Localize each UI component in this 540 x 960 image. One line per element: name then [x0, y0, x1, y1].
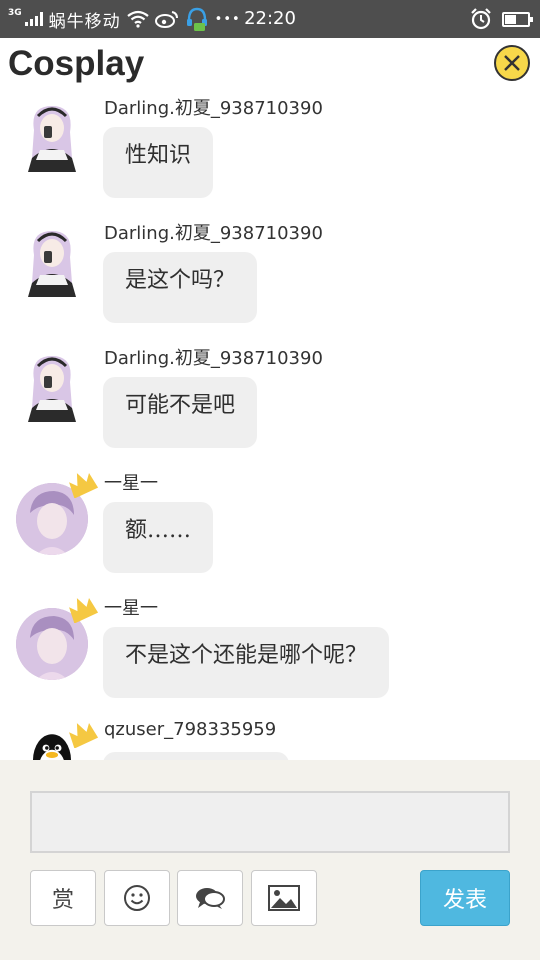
message-bubble[interactable]: 是这个吗？	[103, 252, 258, 323]
post-button[interactable]: 发表	[420, 870, 510, 926]
crown-icon	[69, 598, 98, 623]
reward-button[interactable]: 赏	[30, 870, 96, 926]
composer-bar: 赏 发表	[0, 760, 540, 960]
username[interactable]: 一星一	[104, 594, 158, 620]
username[interactable]: Darling.初夏_938710390	[104, 219, 323, 245]
header: Cosplay	[0, 38, 540, 90]
chat-message: 一星一 额……	[0, 465, 540, 590]
anime-girl-avatar[interactable]	[20, 350, 84, 424]
chat-message: qzuser_798335959	[0, 715, 540, 760]
emoji-button[interactable]	[104, 870, 170, 926]
reward-label: 赏	[51, 888, 74, 913]
username[interactable]: Darling.初夏_938710390	[104, 344, 323, 370]
username[interactable]: Darling.初夏_938710390	[104, 94, 323, 120]
message-input[interactable]	[30, 791, 510, 853]
chat-message: Darling.初夏_938710390 可能不是吧	[0, 340, 540, 465]
chat-message: Darling.初夏_938710390 性知识	[0, 90, 540, 215]
chat-button[interactable]	[177, 870, 243, 926]
battery-icon	[502, 11, 533, 27]
page-title: Cosplay	[8, 44, 145, 83]
status-bar: 3G 蜗牛移动 ••• 22:20	[0, 0, 540, 38]
image-button[interactable]	[251, 870, 317, 926]
clock: 22:20	[244, 8, 296, 29]
close-icon	[504, 55, 520, 71]
close-button[interactable]	[494, 45, 530, 81]
message-bubble[interactable]: 不是这个还能是哪个呢？	[103, 627, 390, 698]
smiley-icon	[124, 885, 150, 911]
crown-icon	[69, 473, 98, 498]
chat-message: Darling.初夏_938710390 是这个吗？	[0, 215, 540, 340]
username[interactable]: qzuser_798335959	[104, 719, 276, 740]
username[interactable]: 一星一	[104, 469, 158, 495]
message-bubble[interactable]	[103, 752, 289, 760]
message-bubble[interactable]: 可能不是吧	[103, 377, 258, 448]
message-bubble[interactable]: 性知识	[103, 127, 214, 198]
alarm-icon	[471, 8, 491, 30]
chat-message: 一星一 不是这个还能是哪个呢？	[0, 590, 540, 715]
message-bubble[interactable]: 额……	[103, 502, 214, 573]
anime-girl-avatar[interactable]	[20, 225, 84, 299]
chat-list[interactable]: Darling.初夏_938710390 性知识 Darling.初夏_9387…	[0, 90, 540, 760]
speech-bubbles-icon	[196, 888, 225, 909]
crown-icon	[69, 723, 98, 748]
anime-girl-avatar[interactable]	[20, 100, 84, 174]
image-icon	[268, 885, 300, 911]
